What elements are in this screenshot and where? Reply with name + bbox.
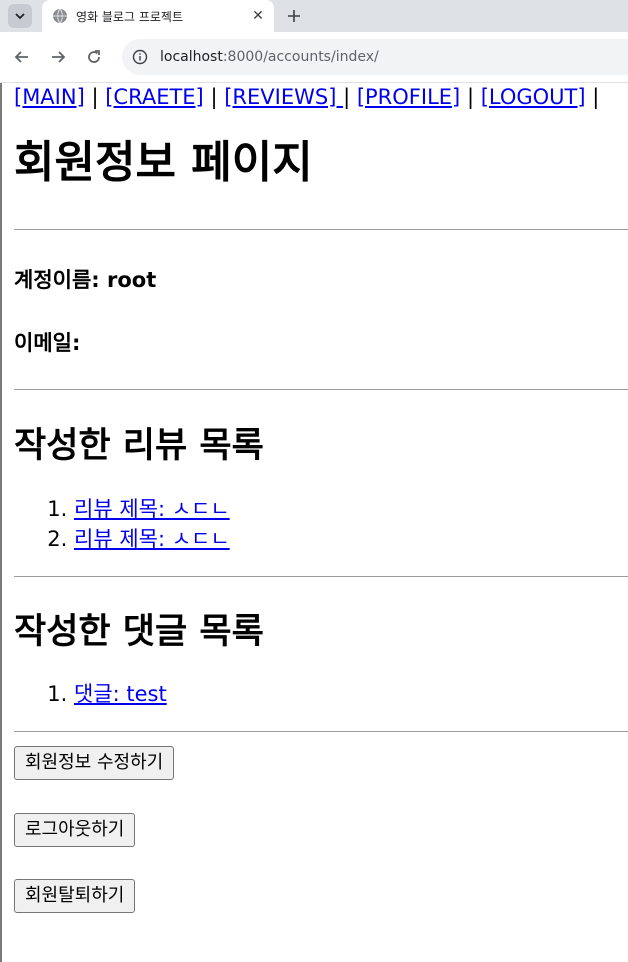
address-bar[interactable]: localhost:8000/accounts/index/ (122, 39, 628, 75)
back-button[interactable] (10, 45, 34, 69)
comment-link[interactable]: 댓글: test (74, 682, 167, 706)
nav-link-profile[interactable]: [PROFILE] (357, 85, 460, 109)
comments-section-title: 작성한 댓글 목록 (14, 612, 264, 652)
nav-link-reviews[interactable]: [REVIEWS] (224, 85, 343, 109)
url-path: :8000/accounts/index/ (222, 49, 379, 65)
nav-link-main[interactable]: [MAIN] (14, 85, 85, 109)
forward-button[interactable] (46, 45, 70, 69)
browser-toolbar: localhost:8000/accounts/index/ (0, 32, 628, 83)
page-viewport: [MAIN] | [CRAETE] | [REVIEWS] | [PROFILE… (0, 83, 628, 962)
info-icon[interactable] (132, 49, 148, 65)
reviews-list: 리뷰 제목: ㅅㄷㄴ 리뷰 제목: ㅅㄷㄴ (14, 494, 628, 554)
reload-icon (88, 50, 100, 63)
nav-link-logout[interactable]: [LOGOUT] (481, 85, 586, 109)
arrow-right-icon (52, 51, 66, 63)
tab-search-button[interactable] (8, 4, 32, 28)
withdraw-button[interactable]: 회원탈퇴하기 (14, 879, 136, 913)
list-item: 리뷰 제목: ㅅㄷㄴ (74, 494, 628, 524)
close-icon[interactable]: ✕ (250, 8, 266, 24)
top-navigation: [MAIN] | [CRAETE] | [REVIEWS] | [PROFILE… (14, 83, 628, 111)
plus-icon (288, 10, 300, 22)
review-link[interactable]: 리뷰 제목: ㅅㄷㄴ (74, 497, 230, 521)
nav-separator: | (592, 85, 600, 109)
browser-tab-bar: 영화 블로그 프로젝트 ✕ (0, 0, 628, 32)
chevron-down-icon (15, 13, 25, 20)
globe-icon (53, 8, 67, 24)
divider (14, 229, 628, 230)
withdraw-row: 회원탈퇴하기 (14, 879, 628, 913)
list-item: 리뷰 제목: ㅅㄷㄴ (74, 524, 628, 554)
url-host: localhost (160, 49, 223, 65)
edit-profile-row: 회원정보 수정하기 (14, 746, 628, 780)
divider (14, 731, 628, 732)
browser-tab-active[interactable]: 영화 블로그 프로젝트 ✕ (42, 0, 274, 32)
nav-separator: | (91, 85, 99, 109)
nav-separator: | (466, 85, 475, 109)
new-tab-button[interactable] (282, 4, 306, 28)
arrow-left-icon (14, 51, 28, 63)
page-title: 회원정보 페이지 (14, 137, 313, 188)
nav-separator: | (210, 85, 218, 109)
url-text: localhost:8000/accounts/index/ (160, 49, 379, 65)
divider (14, 389, 628, 390)
nav-separator: | (343, 85, 351, 109)
username-info: 계정이름: root (14, 268, 157, 292)
reviews-section-title: 작성한 리뷰 목록 (14, 426, 264, 466)
review-link[interactable]: 리뷰 제목: ㅅㄷㄴ (74, 527, 230, 551)
logout-row: 로그아웃하기 (14, 813, 628, 847)
email-info: 이메일: (14, 331, 81, 355)
edit-profile-button[interactable]: 회원정보 수정하기 (14, 746, 175, 780)
list-item: 댓글: test (74, 679, 628, 709)
comments-list: 댓글: test (14, 679, 628, 709)
logout-button[interactable]: 로그아웃하기 (14, 813, 136, 847)
divider (14, 576, 628, 577)
reload-button[interactable] (82, 45, 106, 69)
tab-title: 영화 블로그 프로젝트 (76, 9, 183, 24)
nav-link-create[interactable]: [CRAETE] (105, 85, 204, 109)
